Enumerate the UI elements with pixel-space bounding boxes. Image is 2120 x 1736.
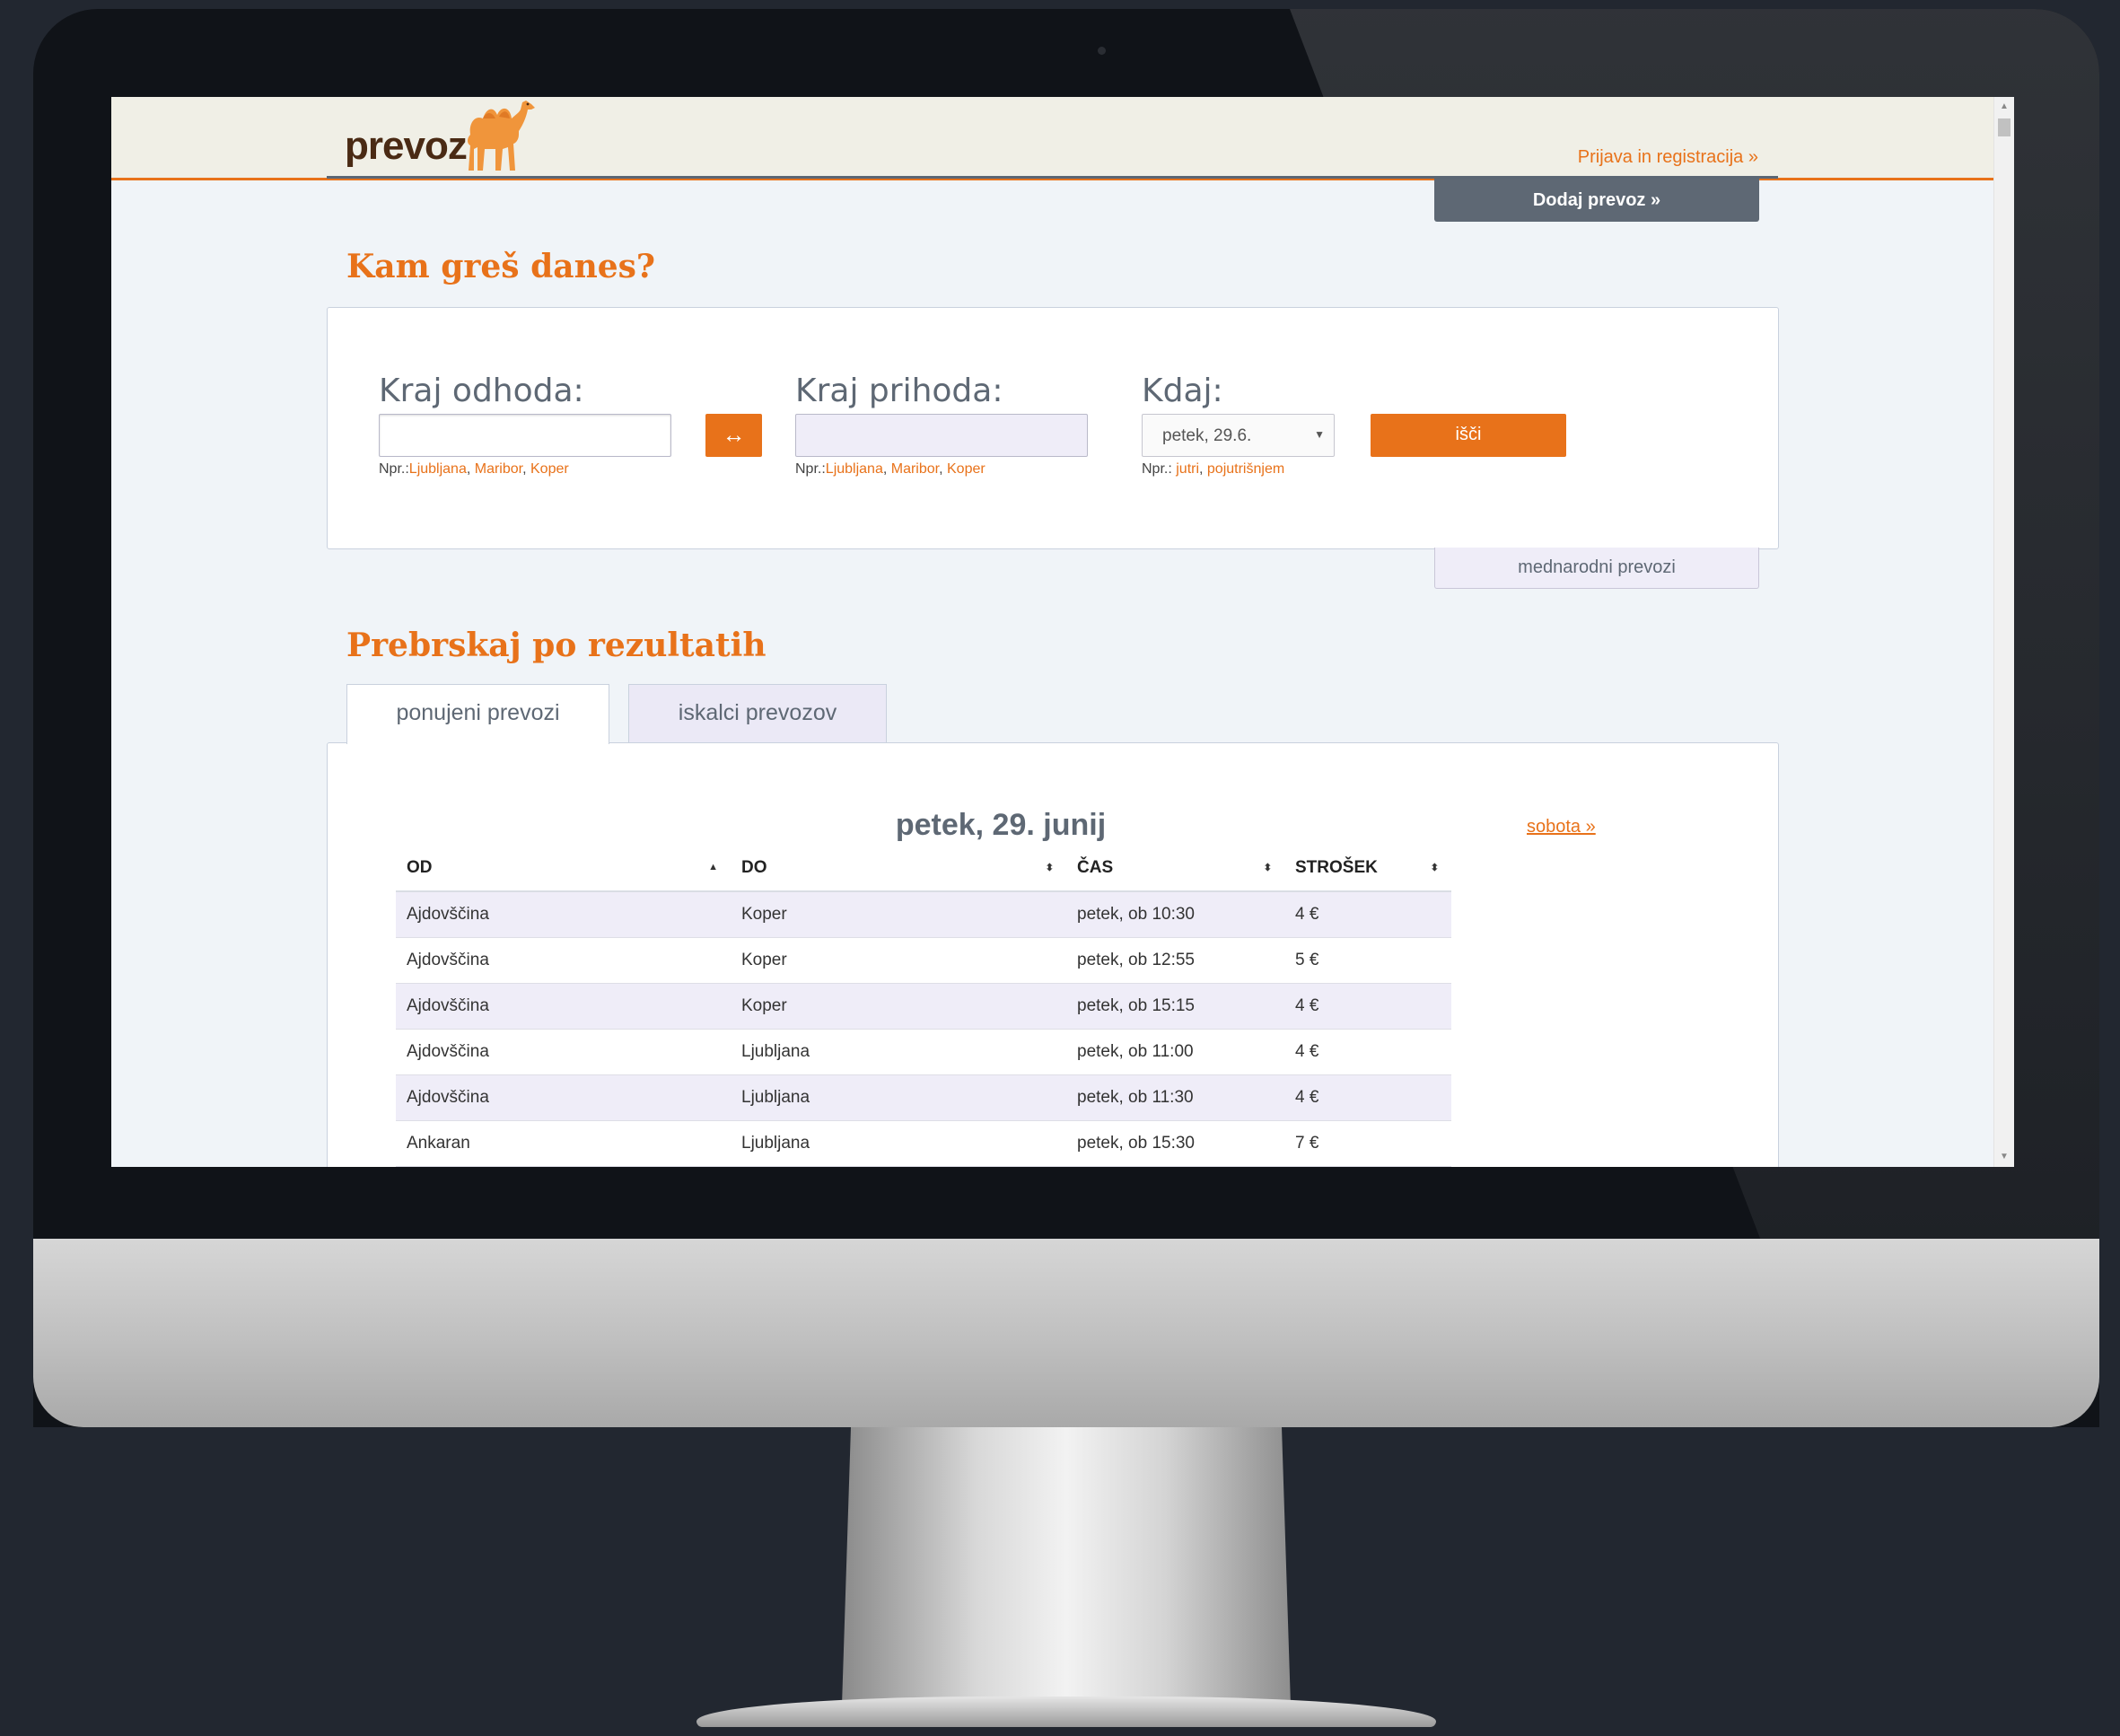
cell-cost: 5 € <box>1284 937 1451 984</box>
table-row[interactable]: Ajdovščina Koper petek, ob 15:15 4 € <box>396 983 1451 1030</box>
to-example-koper[interactable]: Koper <box>947 461 986 477</box>
cell-to: Ljubljana <box>731 1029 1066 1075</box>
cell-from: Ankaran <box>396 1120 731 1167</box>
to-label: Kraj prihoda: <box>795 373 1003 409</box>
browser-screen: prevoz Prijava in registracija » Dodaj p… <box>111 97 2014 1167</box>
scroll-thumb[interactable] <box>1998 118 2010 136</box>
scroll-up-arrow-icon[interactable]: ▲ <box>1994 97 2014 117</box>
cell-time: petek, ob 11:30 <box>1066 1074 1284 1121</box>
cell-time: petek, ob 15:30 <box>1066 1120 1284 1167</box>
next-day-link[interactable]: sobota » <box>1527 817 1596 837</box>
page-scrollbar[interactable]: ▲ ▼ <box>1993 97 2014 1167</box>
search-panel: Kraj odhoda: ↔ Npr.:Ljubljana, Maribor, … <box>327 307 1779 549</box>
column-header-from[interactable]: OD ▲ <box>396 846 731 892</box>
table-row[interactable]: Ankaran Ljubljana petek, ob 15:30 7 € <box>396 1120 1451 1167</box>
monitor-chin <box>33 1239 2099 1427</box>
cell-from: Ajdovščina <box>396 937 731 984</box>
cell-cost: 4 € <box>1284 1074 1451 1121</box>
date-select-value: petek, 29.6. <box>1162 426 1252 445</box>
column-header-cost[interactable]: STROŠEK ⬍ <box>1284 846 1451 892</box>
cell-time: petek, ob 10:30 <box>1066 891 1284 938</box>
monitor-stand <box>842 1427 1291 1705</box>
column-header-time[interactable]: ČAS ⬍ <box>1066 846 1284 892</box>
sort-ascending-icon: ▲ <box>708 862 718 872</box>
search-button[interactable]: išči <box>1371 414 1566 457</box>
scroll-down-arrow-icon[interactable]: ▼ <box>1994 1147 2014 1167</box>
rides-table: OD ▲ DO ⬍ ČAS ⬍ STROŠEK ⬍ Ajdovščina Koper p… <box>396 846 1451 1167</box>
to-example-ljubljana[interactable]: Ljubljana <box>826 461 883 477</box>
swap-direction-button[interactable]: ↔ <box>705 414 762 457</box>
cell-to: Ljubljana <box>731 1074 1066 1121</box>
from-example-ljubljana[interactable]: Ljubljana <box>409 461 467 477</box>
camel-logo-icon[interactable] <box>463 99 537 174</box>
when-label: Kdaj: <box>1142 373 1223 409</box>
cell-from: Ajdovščina <box>396 1074 731 1121</box>
results-heading: Prebrskaj po rezultatih <box>346 627 767 664</box>
cell-from: Ajdovščina <box>396 983 731 1030</box>
logo-wordmark[interactable]: prevoz <box>345 124 468 169</box>
search-heading: Kam greš danes? <box>346 248 656 285</box>
date-select[interactable]: petek, 29.6. ▼ <box>1142 414 1335 457</box>
dropdown-caret-icon: ▼ <box>1314 428 1325 441</box>
cell-to: Koper <box>731 891 1066 938</box>
table-row[interactable]: Ajdovščina Koper petek, ob 10:30 4 € <box>396 891 1451 938</box>
table-row[interactable]: Ajdovščina Koper petek, ob 12:55 5 € <box>396 937 1451 984</box>
when-example-day-after[interactable]: pojutrišnjem <box>1207 461 1284 477</box>
cell-time: petek, ob 15:15 <box>1066 983 1284 1030</box>
cell-cost: 7 € <box>1284 1120 1451 1167</box>
cell-to: Ljubljana <box>731 1120 1066 1167</box>
login-register-link[interactable]: Prijava in registracija » <box>1578 147 1758 168</box>
cell-cost: 4 € <box>1284 891 1451 938</box>
column-header-to[interactable]: DO ⬍ <box>731 846 1066 892</box>
tab-ride-seekers[interactable]: iskalci prevozov <box>628 684 887 743</box>
monitor-base <box>696 1697 1436 1727</box>
to-input[interactable] <box>795 414 1088 457</box>
sort-both-icon: ⬍ <box>1045 863 1054 873</box>
from-example-maribor[interactable]: Maribor <box>475 461 522 477</box>
when-example-tomorrow[interactable]: jutri <box>1176 461 1199 477</box>
to-hint: Npr.:Ljubljana, Maribor, Koper <box>795 461 986 477</box>
results-panel: petek, 29. junij sobota » OD ▲ DO ⬍ ČAS ⬍ S… <box>327 742 1779 1167</box>
from-hint: Npr.:Ljubljana, Maribor, Koper <box>379 461 569 477</box>
cell-from: Ajdovščina <box>396 891 731 938</box>
from-label: Kraj odhoda: <box>379 373 584 409</box>
results-date-title: petek, 29. junij <box>895 808 1107 842</box>
table-header-row: OD ▲ DO ⬍ ČAS ⬍ STROŠEK ⬍ <box>396 846 1451 892</box>
camera-dot <box>1098 47 1106 55</box>
tab-offered-rides[interactable]: ponujeni prevozi <box>346 684 609 744</box>
international-rides-button[interactable]: mednarodni prevozi <box>1434 548 1759 589</box>
sort-both-icon: ⬍ <box>1430 863 1439 873</box>
sort-both-icon: ⬍ <box>1263 863 1272 873</box>
add-ride-button[interactable]: Dodaj prevoz » <box>1434 179 1759 222</box>
table-row[interactable]: Ajdovščina Ljubljana petek, ob 11:30 4 € <box>396 1074 1451 1121</box>
cell-to: Koper <box>731 937 1066 984</box>
cell-from: Ajdovščina <box>396 1029 731 1075</box>
site-header: prevoz Prijava in registracija » <box>111 97 1994 180</box>
when-hint: Npr.: jutri, pojutrišnjem <box>1142 461 1285 477</box>
to-example-maribor[interactable]: Maribor <box>891 461 939 477</box>
swap-arrows-icon: ↔ <box>722 421 746 448</box>
from-example-koper[interactable]: Koper <box>530 461 569 477</box>
cell-to: Koper <box>731 983 1066 1030</box>
table-row[interactable]: Ajdovščina Ljubljana petek, ob 11:00 4 € <box>396 1029 1451 1075</box>
cell-time: petek, ob 12:55 <box>1066 937 1284 984</box>
from-input[interactable] <box>379 414 671 457</box>
cell-cost: 4 € <box>1284 1029 1451 1075</box>
cell-time: petek, ob 11:00 <box>1066 1029 1284 1075</box>
cell-cost: 4 € <box>1284 983 1451 1030</box>
